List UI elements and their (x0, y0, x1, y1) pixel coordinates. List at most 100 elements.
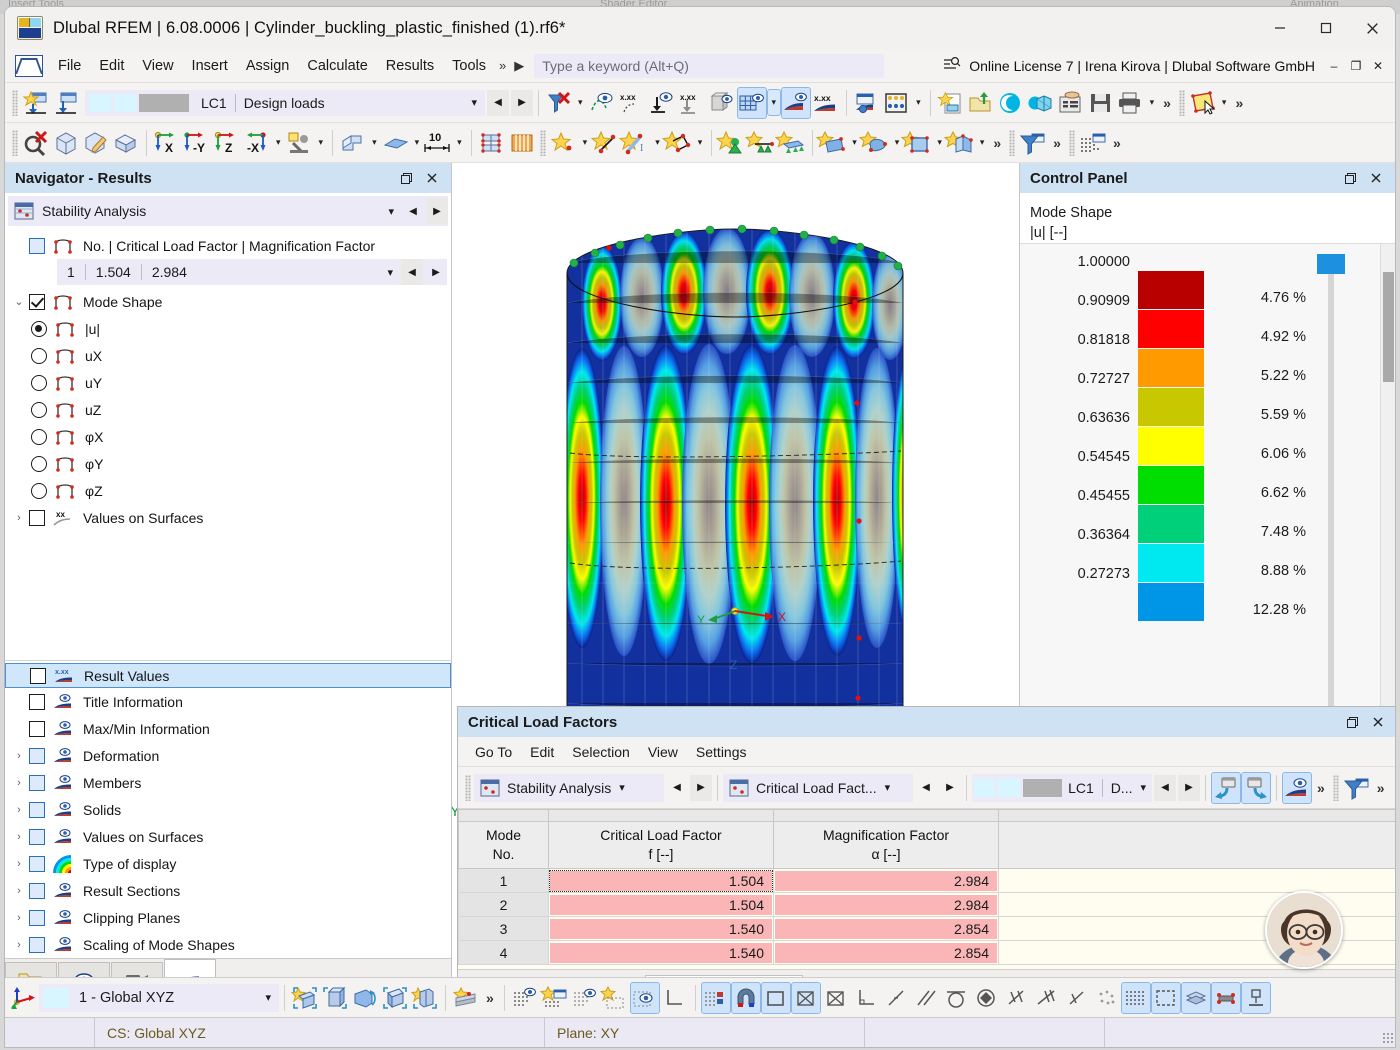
load-case-next-button[interactable]: ▶ (511, 90, 533, 116)
search-list-icon[interactable] (943, 56, 961, 75)
new-opening-icon[interactable] (861, 127, 891, 159)
surface-thickness-icon[interactable] (381, 127, 411, 159)
list-checkbox[interactable] (29, 748, 45, 764)
expander-icon[interactable]: › (9, 912, 29, 924)
list-checkbox[interactable] (29, 829, 45, 845)
expander-icon[interactable]: › (9, 804, 29, 816)
radio-button[interactable] (31, 348, 47, 364)
new-solid-icon[interactable] (903, 127, 933, 159)
cell-magnification-factor[interactable]: 2.984 (774, 869, 999, 893)
list-checkbox[interactable] (29, 775, 45, 791)
list-checkbox[interactable] (29, 910, 45, 926)
toolbar-grip[interactable] (1069, 130, 1075, 156)
printout-report-icon[interactable] (852, 87, 882, 119)
chevron-down-icon[interactable]: ▾ (265, 991, 279, 1004)
new-grid-icon[interactable] (540, 982, 570, 1014)
filter-delete-icon[interactable] (544, 87, 574, 119)
list-item-title-information[interactable]: Title Information (5, 688, 451, 715)
clf-lc-next[interactable]: ▶ (1178, 775, 1200, 801)
view-y-icon[interactable]: -Y (182, 127, 212, 159)
document-close-icon[interactable]: ✕ (1367, 53, 1389, 79)
grid-point-snap-icon[interactable] (701, 982, 731, 1014)
new-node-icon[interactable] (549, 127, 579, 159)
restore-icon[interactable] (1339, 709, 1365, 735)
coordinate-system-icon[interactable] (9, 982, 39, 1014)
selection-icon[interactable] (1151, 982, 1181, 1014)
solids-results-icon[interactable] (707, 87, 737, 119)
document-restore-icon[interactable]: ❐ (1345, 53, 1367, 79)
toolbar-grip[interactable] (540, 130, 546, 156)
tree-checkbox[interactable] (29, 238, 45, 254)
tree-item-load-factors[interactable]: No. | Critical Load Factor | Magnificati… (5, 232, 451, 259)
radio-button[interactable] (31, 429, 47, 445)
rect-snap-icon[interactable] (761, 982, 791, 1014)
analysis-prev-button[interactable]: ◀ (402, 198, 424, 224)
intersection-icon[interactable] (1001, 982, 1031, 1014)
zoom-all-icon[interactable] (320, 982, 350, 1014)
toolbar-grip[interactable] (12, 90, 18, 116)
legend-swatch[interactable] (1138, 427, 1204, 465)
search-input[interactable]: Type a keyword (Alt+Q) (534, 54, 884, 78)
list-checkbox[interactable] (29, 856, 45, 872)
view-x-icon[interactable]: X (152, 127, 182, 159)
toolbar-overflow-icon[interactable]: » (1048, 135, 1066, 151)
tree-item-ux[interactable]: uX (5, 342, 451, 369)
select-surface-icon[interactable] (1188, 87, 1218, 119)
legend-swatch[interactable] (1138, 388, 1204, 426)
undo-icon[interactable] (1211, 772, 1241, 804)
radio-button[interactable] (31, 483, 47, 499)
chevron-down-icon[interactable]: ▾ (1218, 97, 1231, 108)
section-icon[interactable] (338, 127, 368, 159)
mode-next-button[interactable]: ▶ (425, 259, 447, 285)
expander-icon[interactable]: › (9, 939, 29, 951)
tangent-icon[interactable] (941, 982, 971, 1014)
chevron-down-icon[interactable]: ▾ (1146, 97, 1159, 108)
expander-icon[interactable]: › (9, 512, 29, 524)
support-icon[interactable] (1241, 982, 1271, 1014)
legend-swatch[interactable] (1138, 544, 1204, 582)
list-item-scaling-of-mode-shapes[interactable]: › Scaling of Mode Shapes (5, 931, 451, 958)
expander-icon[interactable]: › (9, 831, 29, 843)
toolbar-overflow-icon[interactable]: » (988, 135, 1006, 151)
line-snap-icon[interactable] (881, 982, 911, 1014)
endpoint-icon[interactable] (1031, 982, 1061, 1014)
expander-icon[interactable]: › (9, 777, 29, 789)
render-view-icon[interactable] (410, 982, 440, 1014)
clf-load-case-combo[interactable]: LC1 D... ▾ (972, 774, 1152, 802)
new-line-support-icon[interactable] (747, 127, 777, 159)
clf-table-next[interactable]: ▶ (939, 775, 961, 801)
cell-critical-load-factor[interactable]: 1.504 (549, 869, 774, 893)
legend-swatch[interactable] (1138, 310, 1204, 348)
table-row[interactable]: 2 1.504 2.984 (459, 893, 1397, 917)
scrollbar-thumb[interactable] (1383, 272, 1394, 382)
new-surface-support-icon[interactable] (777, 127, 807, 159)
tree-checkbox[interactable] (29, 510, 45, 526)
close-icon[interactable] (419, 165, 445, 191)
table-row[interactable]: 1 1.504 2.984 (459, 869, 1397, 893)
radio-button[interactable] (31, 402, 47, 418)
chevron-down-icon[interactable]: ▾ (315, 137, 328, 148)
new-line-icon[interactable] (591, 127, 621, 159)
toolbar-overflow-icon[interactable]: » (1158, 95, 1176, 111)
cell-critical-load-factor[interactable]: 1.540 (549, 917, 774, 941)
restore-icon[interactable] (1337, 165, 1363, 191)
table-icon[interactable] (1078, 127, 1108, 159)
chevron-down-icon[interactable]: ▾ (471, 96, 485, 109)
clf-table-prev[interactable]: ◀ (915, 775, 937, 801)
zoom-icon[interactable] (285, 127, 315, 159)
parallel-icon[interactable] (911, 982, 941, 1014)
member-icon[interactable] (1211, 982, 1241, 1014)
clf-table-combo[interactable]: Critical Load Fact... ▾ (723, 774, 913, 802)
clf-analysis-combo[interactable]: Stability Analysis ▾ (474, 774, 664, 802)
tree-item-phiy[interactable]: φY (5, 450, 451, 477)
clf-menu-view[interactable]: View (639, 741, 687, 763)
surface-results-icon[interactable] (781, 87, 811, 119)
toolbar-grip[interactable] (12, 130, 18, 156)
clf-results-table[interactable]: Mode No. Critical Load Factor f [--] Mag… (458, 809, 1396, 969)
chevron-down-icon[interactable]: ▾ (453, 137, 466, 148)
chevron-down-icon[interactable]: ▾ (848, 137, 861, 148)
chevron-down-icon[interactable]: ▾ (387, 266, 399, 279)
grid-visibility-icon[interactable] (737, 87, 767, 119)
tree-item-phix[interactable]: φX (5, 423, 451, 450)
list-checkbox[interactable] (29, 721, 45, 737)
